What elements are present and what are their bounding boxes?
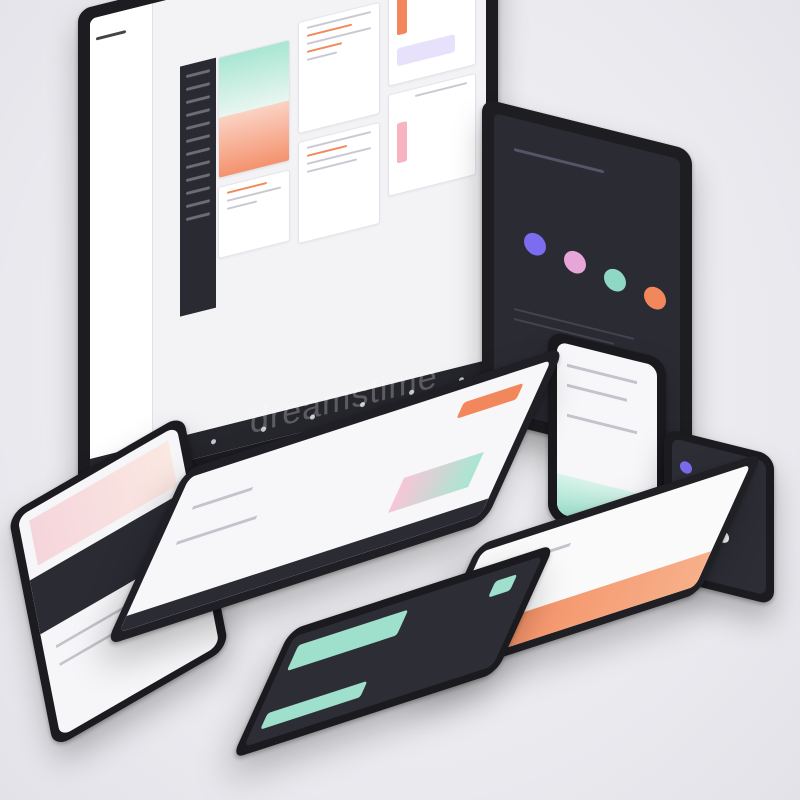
text-line [567, 383, 627, 402]
dock-icon[interactable] [359, 401, 365, 408]
sidebar-label [96, 296, 144, 308]
mint-bar [260, 680, 368, 730]
monitor-nav-rail [180, 57, 216, 317]
pink-bar [397, 120, 407, 164]
avatar-circle-icon[interactable] [680, 459, 692, 475]
info-card[interactable] [218, 169, 290, 260]
dock-icon[interactable] [211, 438, 217, 445]
mint-chip[interactable] [487, 574, 518, 598]
device-mockup-scene: dreamstime [0, 0, 800, 800]
text-line [175, 515, 258, 546]
dock-icon[interactable] [409, 388, 415, 395]
info-card[interactable] [298, 121, 380, 245]
sidebar-label [96, 136, 144, 148]
text-line [567, 413, 637, 435]
dock-icon[interactable] [260, 425, 266, 432]
info-card[interactable] [388, 0, 476, 87]
text-line [191, 486, 254, 510]
gradient-card[interactable] [218, 39, 290, 180]
sidebar-label [96, 216, 144, 228]
avatar-circle-icon[interactable] [524, 230, 546, 258]
sidebar-label [96, 96, 144, 108]
sidebar-label [96, 66, 144, 78]
info-card[interactable] [298, 1, 380, 135]
avatar-circle-icon[interactable] [644, 284, 666, 312]
app-logo-bar [96, 30, 126, 41]
mint-panel [286, 609, 409, 672]
orange-button[interactable] [456, 382, 524, 419]
avatar-circle-icon[interactable] [564, 248, 586, 276]
orange-bar [397, 0, 407, 36]
text-line [567, 363, 637, 385]
lavender-chip [397, 34, 455, 67]
info-card[interactable] [388, 72, 476, 197]
avatar-circle-icon[interactable] [604, 266, 626, 294]
header-line [514, 147, 604, 174]
dock-icon[interactable] [310, 413, 316, 420]
sidebar-label [96, 176, 144, 188]
monitor-sidebar [90, 3, 153, 486]
sidebar-label [96, 256, 144, 268]
